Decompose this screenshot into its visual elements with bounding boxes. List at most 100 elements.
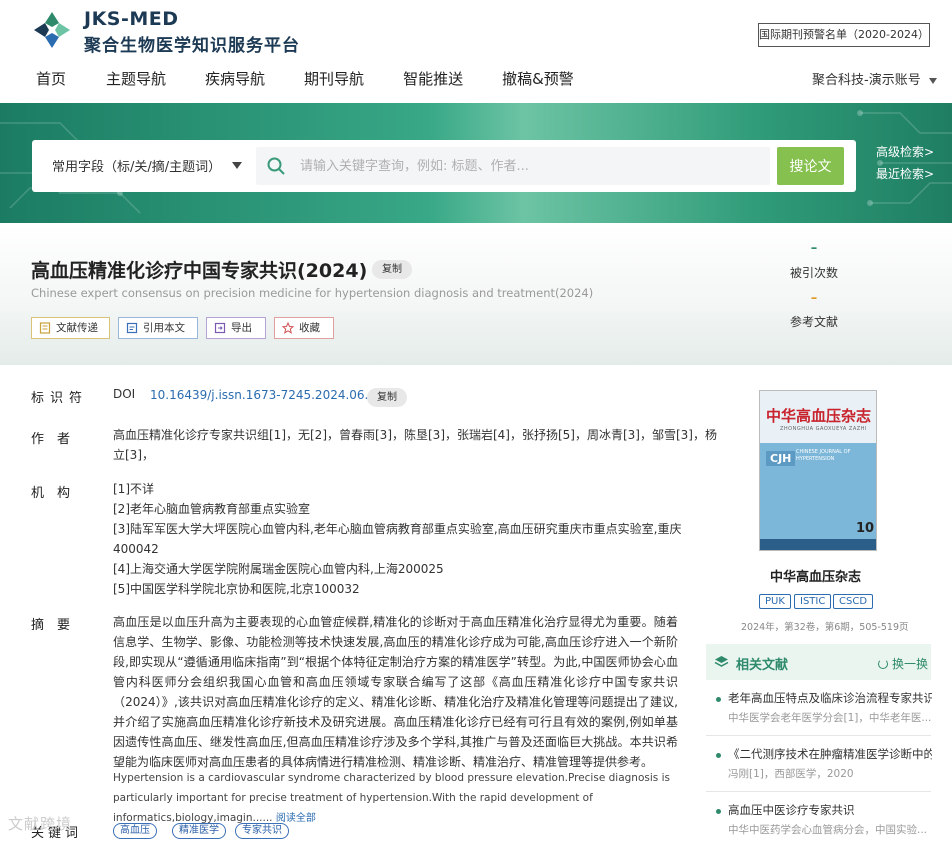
related-doc-item[interactable]: 高血压中医诊疗专家共识 中华中医药学会心血管病分会，中国实验... <box>706 802 932 842</box>
nav-retraction-warning[interactable]: 撤稿&预警 <box>502 68 574 89</box>
search-banner: 常用字段（标/关/摘/主题词） 搜论文 高级检索> 最近检索> <box>0 103 952 223</box>
cite-label: 引用本文 <box>143 322 185 334</box>
document-delivery-button[interactable]: 文献传递 <box>31 317 110 339</box>
citation-count-label: 被引次数 <box>789 266 838 280</box>
advanced-search-link[interactable]: 高级检索> <box>876 143 934 160</box>
related-doc-title[interactable]: 《二代测序技术在肿瘤精准医学诊断中的... <box>728 746 932 762</box>
keyword-tag[interactable]: 精准医学 <box>172 823 226 839</box>
favorite-button[interactable]: 收藏 <box>274 317 334 339</box>
document-delivery-label: 文献传递 <box>56 322 98 334</box>
bullet-icon <box>716 697 721 702</box>
journal-cover-image[interactable]: 中华高血压杂志 ZHONGHUA GAOXUEYA ZAZHI CJH CHIN… <box>759 390 877 551</box>
abstract-text: 高血压是以血压升高为主要表现的心血管症候群,精准化的诊断对于高血压精准化治疗显得… <box>113 615 678 769</box>
favorite-label: 收藏 <box>299 322 320 334</box>
brand-logo-icon[interactable] <box>32 10 72 50</box>
cover-issue-number: 10 <box>856 521 875 536</box>
watermark: 文献跨境 <box>8 815 73 833</box>
references-count-value: – <box>810 291 818 306</box>
account-name: 聚合科技-演示账号 <box>812 73 921 88</box>
related-doc-title[interactable]: 老年高血压特点及临床诊治流程专家共识... <box>728 690 932 706</box>
doi-prefix: DOI <box>113 387 136 401</box>
dropdown-caret-icon[interactable] <box>232 162 242 169</box>
cite-icon <box>126 322 138 334</box>
related-docs-title: 相关文献 <box>736 658 789 673</box>
site-header: JKS-MED 聚合生物医学知识服务平台 国际期刊预警名单（2020-2024）… <box>0 0 952 103</box>
refresh-related-button[interactable]: 换一换 <box>878 655 928 672</box>
related-doc-source: 中华医学会老年医学分会[1]，中华老年医... <box>728 712 932 724</box>
related-docs-header: 相关文献 换一换 <box>706 644 931 680</box>
affiliations-label: 机 构 <box>31 486 71 501</box>
index-badge: PUK <box>759 594 791 609</box>
abstract-label: 摘 要 <box>31 618 71 633</box>
paper-header: 高血压精准化诊疗中国专家共识(2024) 复制 Chinese expert c… <box>0 223 952 365</box>
index-badge: CSCD <box>833 594 874 609</box>
search-box: 常用字段（标/关/摘/主题词） 搜论文 <box>32 140 856 192</box>
authors-line-2[interactable]: 立[3]， <box>113 445 683 465</box>
affiliation-item: [1]不详 <box>113 482 154 496</box>
authors-label: 作 者 <box>31 432 71 447</box>
search-input[interactable] <box>300 147 760 185</box>
paper-title-en: Chinese expert consensus on precision me… <box>31 286 594 300</box>
nav-smart-push[interactable]: 智能推送 <box>403 68 463 89</box>
cover-footer <box>760 539 876 550</box>
affiliation-item: 400042 <box>113 542 159 556</box>
export-label: 导出 <box>231 322 252 334</box>
nav-journals[interactable]: 期刊导航 <box>304 68 364 89</box>
search-input-wrapper <box>256 147 770 185</box>
paper-title: 高血压精准化诊疗中国专家共识(2024) <box>31 260 368 282</box>
related-doc-item[interactable]: 老年高血压特点及临床诊治流程专家共识... 中华医学会老年医学分会[1]，中华老… <box>706 690 932 730</box>
brand-name-en: JKS-MED <box>84 8 179 30</box>
search-papers-button[interactable]: 搜论文 <box>777 147 844 185</box>
nav-topics[interactable]: 主题导航 <box>106 68 166 89</box>
account-menu[interactable]: 聚合科技-演示账号 <box>812 69 937 88</box>
divider <box>706 791 931 792</box>
divider <box>706 735 931 736</box>
export-icon <box>214 322 226 334</box>
star-icon <box>282 322 294 334</box>
affiliation-item: [5]中国医学科学院北京协和医院,北京100032 <box>113 582 360 596</box>
chevron-down-icon <box>928 77 937 84</box>
abstract-en: Hypertension is a cardiovascular syndrom… <box>113 768 678 829</box>
affiliations-list: [1]不详 [2]老年心脑血管病教育部重点实验室 [3]陆军军医大学大坪医院心血… <box>113 479 681 599</box>
copy-doi-button[interactable]: 复制 <box>367 388 407 407</box>
identifier-label: 标识符 <box>31 391 89 406</box>
cover-cjh: CJH <box>766 451 796 466</box>
keyword-tag[interactable]: 专家共识 <box>235 823 289 839</box>
authors-list[interactable]: 高血压精准化诊疗专家共识组[1]，无[2]，曾春雨[3]，陈垦[3]，张瑞岩[4… <box>113 425 717 465</box>
cover-pinyin: ZHONGHUA GAOXUEYA ZAZHI <box>780 426 867 432</box>
journal-name[interactable]: 中华高血压杂志 <box>770 566 861 585</box>
authors-line-1[interactable]: 高血压精准化诊疗专家共识组[1]，无[2]，曾春雨[3]，陈垦[3]，张瑞岩[4… <box>113 425 717 445</box>
journal-issue-info: 2024年，第32卷，第6期，505-519页 <box>741 622 909 633</box>
related-doc-item[interactable]: 《二代测序技术在肿瘤精准医学诊断中的... 冯刚[1]，西部医学，2020 <box>706 746 932 786</box>
bullet-icon <box>716 809 721 814</box>
related-doc-source: 中华中医药学会心血管病分会，中国实验... <box>728 824 928 836</box>
affiliation-item: [4]上海交通大学医学院附属瑞金医院心血管内科,上海200025 <box>113 562 444 576</box>
bullet-icon <box>716 753 721 758</box>
affiliation-item: [3]陆军军医大学大坪医院心血管内科,老年心脑血管病教育部重点实验室,高血压研究… <box>113 522 682 536</box>
layers-icon <box>714 656 729 667</box>
refresh-icon <box>878 659 888 669</box>
index-badge: ISTIC <box>794 594 832 609</box>
cover-title: 中华高血压杂志 <box>766 407 872 425</box>
copy-title-button[interactable]: 复制 <box>372 260 412 279</box>
abstract-en-text: Hypertension is a cardiovascular syndrom… <box>113 772 670 824</box>
search-icon <box>267 157 285 175</box>
doi-link[interactable]: 10.16439/j.issn.1673-7245.2024.06.002 <box>150 388 391 402</box>
references-label[interactable]: 参考文献 <box>774 313 854 330</box>
search-field-select[interactable]: 常用字段（标/关/摘/主题词） <box>52 156 221 175</box>
recent-search-link[interactable]: 最近检索> <box>876 165 934 182</box>
brand-name-cn: 聚合生物医学知识服务平台 <box>84 36 300 56</box>
main-nav: 首页 主题导航 疾病导航 期刊导航 智能推送 撤稿&预警 <box>36 68 613 89</box>
nav-home[interactable]: 首页 <box>36 68 66 89</box>
cite-button[interactable]: 引用本文 <box>118 317 198 339</box>
nav-diseases[interactable]: 疾病导航 <box>205 68 265 89</box>
journal-warning-list-button[interactable]: 国际期刊预警名单（2020-2024） <box>758 23 930 47</box>
citation-count-value: – <box>810 241 818 256</box>
affiliation-item: [2]老年心脑血管病教育部重点实验室 <box>113 502 310 516</box>
related-doc-title[interactable]: 高血压中医诊疗专家共识 <box>728 802 932 818</box>
keyword-tag[interactable]: 高血压 <box>113 823 157 839</box>
related-doc-source: 冯刚[1]，西部医学，2020 <box>728 768 854 780</box>
refresh-label: 换一换 <box>892 657 929 671</box>
cover-subtitle: CHINESE JOURNAL OF HYPERTENSION <box>796 449 851 462</box>
export-button[interactable]: 导出 <box>206 317 266 339</box>
